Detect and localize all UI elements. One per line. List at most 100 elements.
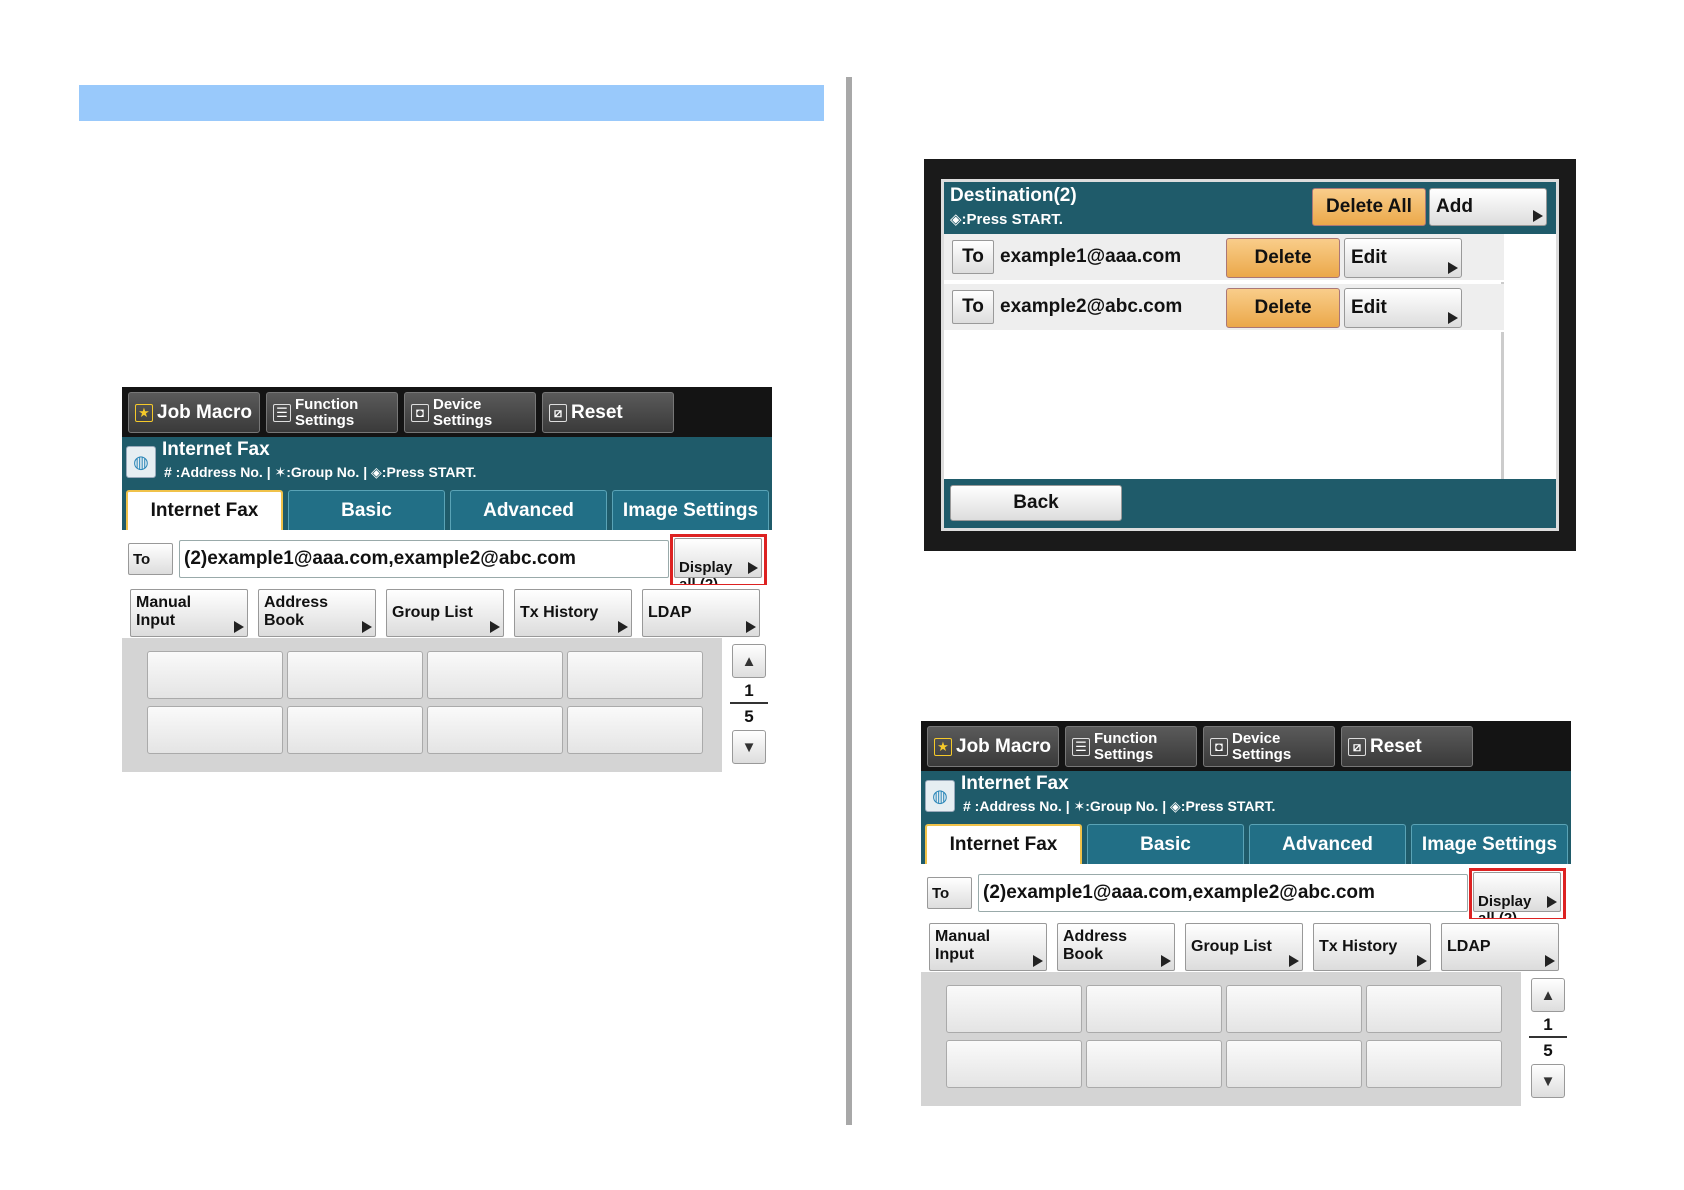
toolbar: ★ Job Macro ☰ Function Settings ◘ Device…: [122, 387, 772, 437]
arrow-right-icon: [1161, 955, 1171, 967]
one-touch-button[interactable]: [1226, 985, 1362, 1033]
scroll-down-button[interactable]: ▼: [732, 730, 766, 764]
ldap-button[interactable]: LDAP: [1441, 923, 1559, 971]
one-touch-button[interactable]: [287, 651, 423, 699]
function-settings-button[interactable]: ☰ Function Settings: [1065, 726, 1197, 767]
arrow-right-icon: [1033, 955, 1043, 967]
one-touch-grid: [122, 638, 722, 772]
address-book-button[interactable]: Address Book: [1057, 923, 1175, 971]
destination-field[interactable]: (2)example1@aaa.com,example2@abc.com: [978, 874, 1468, 912]
group-list-button[interactable]: Group List: [386, 589, 504, 637]
manual-input-button[interactable]: Manual Input: [130, 589, 248, 637]
one-touch-button[interactable]: [1366, 1040, 1502, 1088]
current-page: 1: [744, 681, 754, 700]
one-touch-button[interactable]: [1226, 1040, 1362, 1088]
one-touch-button[interactable]: [147, 706, 283, 754]
one-touch-button[interactable]: [1086, 1040, 1222, 1088]
internet-fax-icon: ◍: [126, 446, 156, 478]
triangle-down-icon: ▼: [741, 738, 757, 756]
one-touch-button[interactable]: [1366, 985, 1502, 1033]
tab-advanced[interactable]: Advanced: [1249, 824, 1406, 864]
one-touch-button[interactable]: [1086, 985, 1222, 1033]
destination-field[interactable]: (2)example1@aaa.com,example2@abc.com: [179, 540, 669, 578]
tab-image-settings[interactable]: Image Settings: [1411, 824, 1568, 864]
page-scroller: ▲ 1 5 ▼: [1521, 972, 1571, 1106]
arrow-right-icon: [1545, 955, 1555, 967]
ldap-button[interactable]: LDAP: [642, 589, 760, 637]
arrow-right-icon: [1533, 210, 1543, 222]
star-icon: ★: [934, 737, 952, 756]
group-list-button[interactable]: Group List: [1185, 923, 1303, 971]
list-icon: ☰: [1072, 737, 1090, 756]
total-pages: 5: [744, 707, 754, 726]
scroll-up-button[interactable]: ▲: [732, 644, 766, 678]
one-touch-button[interactable]: [287, 706, 423, 754]
to-button[interactable]: To: [952, 290, 994, 324]
reset-button[interactable]: ⧄ Reset: [542, 392, 674, 433]
arrow-right-icon: [618, 621, 628, 633]
tx-history-button[interactable]: Tx History: [514, 589, 632, 637]
destination-list: To example1@aaa.com Delete Edit To examp…: [944, 234, 1504, 479]
tab-internet-fax[interactable]: Internet Fax: [925, 824, 1082, 864]
scroll-down-button[interactable]: ▼: [1531, 1064, 1565, 1098]
manual-input-button[interactable]: Manual Input: [929, 923, 1047, 971]
one-touch-button[interactable]: [147, 651, 283, 699]
screen-header: ◍ Internet Fax # :Address No. | ✶:Group …: [122, 437, 772, 485]
tab-basic[interactable]: Basic: [1087, 824, 1244, 864]
screen-title: Internet Fax: [961, 773, 1069, 794]
delete-button[interactable]: Delete: [1226, 238, 1340, 278]
arrow-right-icon: [746, 621, 756, 633]
scroll-up-button[interactable]: ▲: [1531, 978, 1565, 1012]
edit-button[interactable]: Edit: [1344, 288, 1462, 328]
job-macro-button[interactable]: ★ Job Macro: [128, 392, 260, 433]
list-icon: ☰: [273, 403, 291, 422]
one-touch-button[interactable]: [427, 706, 563, 754]
page: ★ Job Macro ☰ Function Settings ◘ Device…: [0, 0, 1684, 1190]
destination-email: example2@abc.com: [1000, 296, 1183, 317]
tab-bar: Internet Fax Basic Advanced Image Settin…: [122, 485, 772, 530]
edit-button[interactable]: Edit: [1344, 238, 1462, 278]
job-macro-button[interactable]: ★ Job Macro: [927, 726, 1059, 767]
tab-bar: Internet Fax Basic Advanced Image Settin…: [921, 819, 1571, 864]
one-touch-button[interactable]: [946, 1040, 1082, 1088]
tab-internet-fax[interactable]: Internet Fax: [126, 490, 283, 530]
triangle-up-icon: ▲: [1540, 986, 1556, 1004]
list-scroll-area: [1507, 234, 1556, 479]
one-touch-button[interactable]: [427, 651, 563, 699]
delete-all-button[interactable]: Delete All: [1312, 188, 1426, 226]
arrow-right-icon: [1448, 262, 1458, 274]
tab-basic[interactable]: Basic: [288, 490, 445, 530]
column-divider: [846, 77, 852, 1125]
screen-hint: # :Address No. | ✶:Group No. | ◈:Press S…: [963, 798, 1276, 814]
to-button[interactable]: To: [128, 543, 173, 575]
tab-image-settings[interactable]: Image Settings: [612, 490, 769, 530]
destination-dialog: Destination(2) ◈:Press START. Delete All…: [941, 179, 1559, 531]
tab-advanced[interactable]: Advanced: [450, 490, 607, 530]
back-button[interactable]: Back: [950, 485, 1122, 521]
function-settings-button[interactable]: ☰ Function Settings: [266, 392, 398, 433]
device-settings-button[interactable]: ◘ Device Settings: [404, 392, 536, 433]
arrow-right-icon: [1289, 955, 1299, 967]
add-button[interactable]: Add: [1429, 188, 1547, 226]
star-icon: ★: [135, 403, 153, 422]
device-settings-button[interactable]: ◘ Device Settings: [1203, 726, 1335, 767]
arrow-right-icon: [1417, 955, 1427, 967]
source-row: Manual Input Address Book Group List Tx …: [122, 585, 772, 638]
tx-history-button[interactable]: Tx History: [1313, 923, 1431, 971]
to-button[interactable]: To: [952, 240, 994, 274]
delete-button[interactable]: Delete: [1226, 288, 1340, 328]
screen-title: Internet Fax: [162, 439, 270, 460]
page-scroller: ▲ 1 5 ▼: [722, 638, 772, 772]
reset-button[interactable]: ⧄ Reset: [1341, 726, 1473, 767]
one-touch-grid: [921, 972, 1521, 1106]
one-touch-button[interactable]: [567, 651, 703, 699]
address-book-button[interactable]: Address Book: [258, 589, 376, 637]
triangle-down-icon: ▼: [1540, 1072, 1556, 1090]
to-button[interactable]: To: [927, 877, 972, 909]
one-touch-button[interactable]: [946, 985, 1082, 1033]
device-icon: ◘: [411, 403, 429, 422]
highlight-box: [1469, 868, 1566, 921]
screen-header: ◍ Internet Fax # :Address No. | ✶:Group …: [921, 771, 1571, 819]
destination-email: example1@aaa.com: [1000, 246, 1182, 267]
one-touch-button[interactable]: [567, 706, 703, 754]
